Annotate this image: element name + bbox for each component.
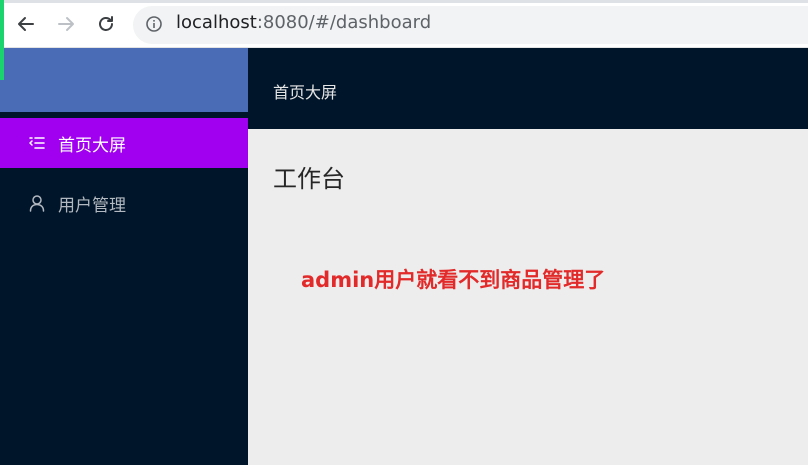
browser-toolbar: localhost:8080/#/dashboard [0,0,808,48]
annotation-text: admin用户就看不到商品管理了 [301,268,606,292]
breadcrumb: 首页大屏 [273,83,338,102]
menu-indent-icon [28,134,46,152]
sidebar-item-users[interactable]: 用户管理 [0,178,248,228]
url-host: localhost [176,12,257,33]
url-path: :8080/#/dashboard [256,12,432,33]
app-header: 首页大屏 [248,48,808,129]
forward-button[interactable] [52,10,80,38]
reload-icon [99,16,113,31]
arrow-right-icon [58,17,74,31]
page-title: 工作台 [273,165,345,193]
arrow-left-icon [18,17,34,31]
tab-strip-edge [0,0,808,3]
info-icon[interactable] [145,15,163,33]
sidebar-item-dashboard[interactable]: 首页大屏 [0,118,248,168]
sidebar: 首页大屏 用户管理 [0,48,248,465]
user-icon [28,194,46,212]
sidebar-item-label: 用户管理 [58,195,126,216]
reload-button[interactable] [92,10,120,38]
back-button[interactable] [12,10,40,38]
sidebar-item-label: 首页大屏 [58,135,126,156]
window-accent-bar [0,0,4,80]
main-content: 工作台 admin用户就看不到商品管理了 [248,129,808,465]
address-url[interactable]: localhost:8080/#/dashboard [176,12,431,33]
logo-area [0,48,248,112]
